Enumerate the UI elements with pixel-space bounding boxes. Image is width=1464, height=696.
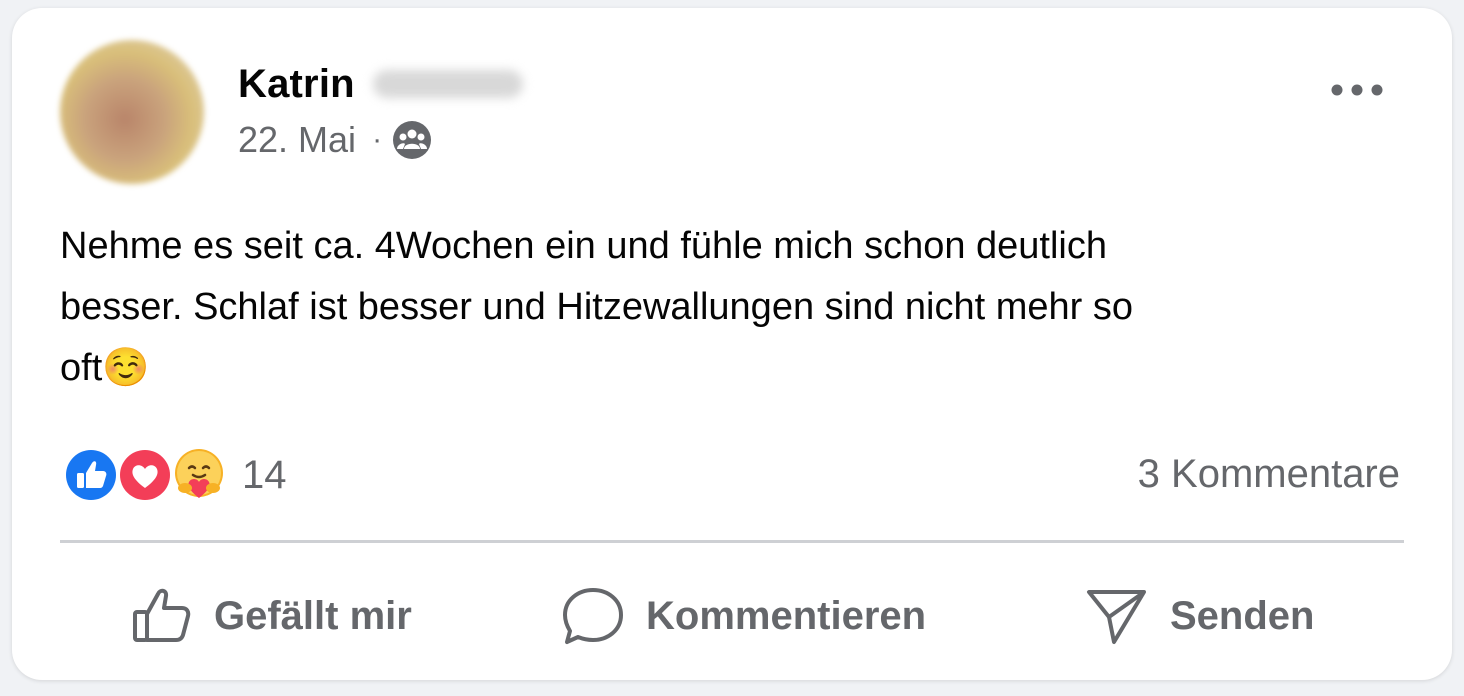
care-reaction-icon — [172, 448, 226, 502]
author-row: Katrin — [238, 60, 523, 108]
meta-separator: · — [372, 123, 383, 156]
author-name[interactable]: Katrin — [238, 62, 355, 107]
comment-button-label: Kommentieren — [646, 593, 927, 638]
send-button-label: Senden — [1170, 593, 1315, 638]
thumbs-up-icon — [133, 588, 191, 642]
more-options-icon — [1331, 84, 1383, 96]
like-button-label: Gefällt mir — [214, 593, 412, 638]
comment-button[interactable]: Kommentieren — [560, 576, 926, 656]
post-meta: 22. Mai · — [238, 118, 432, 162]
post-card: Katrin 22. Mai · Nehme es seit ca. 4Woch… — [12, 8, 1452, 680]
actions-divider — [60, 540, 1404, 543]
like-reaction-icon — [64, 448, 118, 502]
post-text: Nehme es seit ca. 4Wochen ein und fühle … — [60, 225, 1133, 389]
post-date[interactable]: 22. Mai — [238, 119, 356, 161]
reaction-icons — [62, 444, 230, 506]
reactions-summary[interactable]: 14 — [62, 444, 287, 506]
like-button[interactable]: Gefällt mir — [130, 576, 412, 656]
more-options-button[interactable] — [1312, 68, 1402, 112]
send-button[interactable]: Senden — [1084, 576, 1314, 656]
comment-bubble-icon — [563, 588, 623, 644]
comments-count-link[interactable]: 3 Kommentare — [1138, 452, 1400, 497]
friends-icon[interactable] — [392, 120, 432, 160]
author-avatar[interactable] — [60, 40, 204, 184]
love-reaction-icon — [118, 448, 172, 502]
send-icon — [1087, 590, 1146, 644]
author-surname-redacted — [372, 70, 523, 98]
reaction-count: 14 — [242, 452, 287, 497]
